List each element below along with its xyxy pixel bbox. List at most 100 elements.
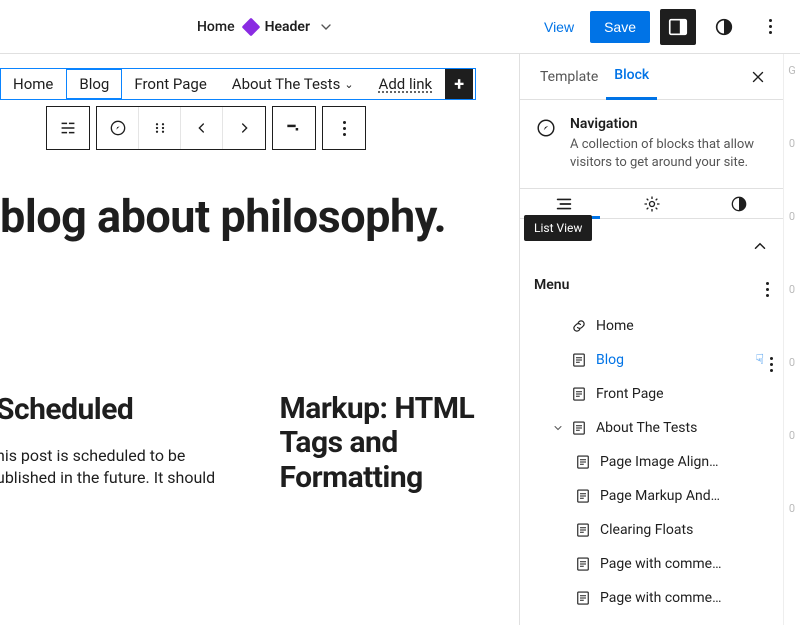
- tree-item-label: Page with comme…: [600, 590, 773, 606]
- more-vertical-icon: [766, 282, 769, 297]
- page-icon: [568, 385, 590, 403]
- tree-item[interactable]: About The Tests: [520, 411, 783, 445]
- nav-item-about[interactable]: About The Tests⌄: [220, 69, 367, 99]
- tree-item[interactable]: Page Image Align…: [520, 445, 783, 479]
- tree-item[interactable]: Front Page: [520, 377, 783, 411]
- navigation-block[interactable]: Home Blog Front Page About The Tests⌄ Ad…: [0, 68, 476, 100]
- tree-item[interactable]: Blog☟: [520, 343, 783, 377]
- contrast-icon: [713, 16, 735, 38]
- page-icon: [572, 487, 594, 505]
- chevron-down-icon: [552, 422, 564, 434]
- toolbar-group-transform: [96, 106, 266, 150]
- nav-item-home[interactable]: Home: [1, 69, 66, 99]
- post-title-markup-line2[interactable]: Formatting: [280, 461, 520, 496]
- navigation-parent-icon: [57, 117, 79, 139]
- tree-item[interactable]: Page Markup And…: [520, 479, 783, 513]
- template-part-label: Header: [265, 19, 310, 35]
- save-button[interactable]: Save: [590, 11, 650, 43]
- block-type-button[interactable]: [97, 107, 139, 149]
- block-toolbar: [46, 106, 519, 150]
- drag-icon: [151, 119, 169, 137]
- header-template-icon: [241, 17, 261, 37]
- tree-item-label: Front Page: [596, 386, 773, 402]
- styles-toggle[interactable]: [706, 9, 742, 45]
- page-icon: [572, 521, 594, 539]
- navigation-tree: Home Blog☟ Front Page About The Tests Page I…: [520, 305, 783, 625]
- move-left-button[interactable]: [181, 107, 223, 149]
- tab-block[interactable]: Block: [606, 53, 657, 100]
- link-icon: [568, 317, 590, 335]
- toolbar-group-parent: [46, 106, 90, 150]
- top-toolbar: Home Header View Save: [0, 0, 800, 54]
- close-icon: [749, 68, 767, 86]
- menu-label: Menu: [534, 277, 569, 293]
- page-icon: [568, 351, 590, 369]
- view-button[interactable]: View: [538, 13, 580, 41]
- add-block-button[interactable]: +: [445, 69, 473, 99]
- sidebar-panel-icon: [667, 16, 689, 38]
- post-title-scheduled[interactable]: Scheduled: [0, 392, 240, 427]
- expand-toggle[interactable]: [548, 422, 568, 434]
- move-right-button[interactable]: [223, 107, 265, 149]
- submenu-icon: [284, 118, 304, 138]
- tree-item-label: Page Image Align…: [600, 454, 773, 470]
- page-icon: [572, 555, 594, 573]
- tree-item-label: Page Markup And…: [600, 488, 773, 504]
- tree-item[interactable]: Page with comme…: [520, 581, 783, 615]
- toolbar-group-more: [322, 106, 366, 150]
- more-vertical-icon: [343, 121, 346, 136]
- list-view-tooltip: List View: [524, 215, 592, 241]
- template-part-badge[interactable]: Header: [241, 17, 310, 37]
- tree-item-label: Blog: [596, 352, 755, 368]
- nav-item-front-page[interactable]: Front Page: [122, 69, 219, 99]
- tree-item-label: About The Tests: [596, 420, 773, 436]
- subtab-settings[interactable]: [608, 189, 696, 218]
- post-excerpt-scheduled: his post is scheduled to be ublished in …: [0, 445, 240, 490]
- chevron-down-icon: [318, 19, 334, 35]
- more-vertical-icon: [769, 19, 772, 34]
- collapse-panel-button[interactable]: [751, 237, 769, 255]
- compass-icon: [108, 118, 128, 138]
- tree-item-label: Home: [596, 318, 773, 334]
- select-parent-button[interactable]: [47, 107, 89, 149]
- menu-options-button[interactable]: [766, 273, 769, 297]
- block-more-button[interactable]: [323, 107, 365, 149]
- page-heading[interactable]: blog about philosophy.: [0, 192, 519, 242]
- template-part-chevron[interactable]: [316, 17, 336, 37]
- editor-canvas[interactable]: Home Blog Front Page About The Tests⌄ Ad…: [0, 54, 519, 625]
- tree-item[interactable]: Home: [520, 309, 783, 343]
- more-vertical-icon: [770, 357, 773, 372]
- nav-item-blog[interactable]: Blog: [66, 69, 122, 99]
- close-sidebar-button[interactable]: [745, 64, 771, 90]
- block-title: Navigation: [570, 116, 769, 132]
- page-icon: [572, 589, 594, 607]
- submenu-caret-icon: ⌄: [344, 78, 353, 91]
- page-icon: [568, 419, 590, 437]
- chevron-up-icon: [751, 237, 769, 255]
- post-title-markup[interactable]: Markup: HTML Tags and: [280, 392, 520, 461]
- settings-sidebar: Template Block Navigation A collection o…: [519, 54, 783, 625]
- tree-item[interactable]: Clearing Floats: [520, 513, 783, 547]
- navigation-block-icon: [534, 116, 558, 140]
- row-options-button[interactable]: [770, 348, 773, 372]
- subtab-styles[interactable]: [695, 189, 783, 218]
- gear-icon: [642, 194, 662, 214]
- more-options-button[interactable]: [752, 9, 788, 45]
- block-description: A collection of blocks that allow visito…: [570, 136, 769, 172]
- settings-panel-toggle[interactable]: [660, 9, 696, 45]
- contrast-icon: [729, 194, 749, 214]
- tree-item[interactable]: Page with comme…: [520, 547, 783, 581]
- chevron-right-icon: [236, 120, 252, 136]
- drag-handle[interactable]: [139, 107, 181, 149]
- add-link-button[interactable]: Add link: [367, 69, 446, 99]
- tree-item-label: Page with comme…: [600, 556, 773, 572]
- document-title: Home: [197, 19, 235, 35]
- pointer-cursor-icon: ☟: [755, 352, 764, 368]
- tab-template[interactable]: Template: [532, 55, 606, 99]
- right-gutter: G000000: [783, 54, 800, 625]
- toolbar-group-submenu: [272, 106, 316, 150]
- add-submenu-button[interactable]: [273, 107, 315, 149]
- subtab-list-view[interactable]: [520, 189, 608, 218]
- list-view-icon: [553, 193, 575, 215]
- tree-item-label: Clearing Floats: [600, 522, 773, 538]
